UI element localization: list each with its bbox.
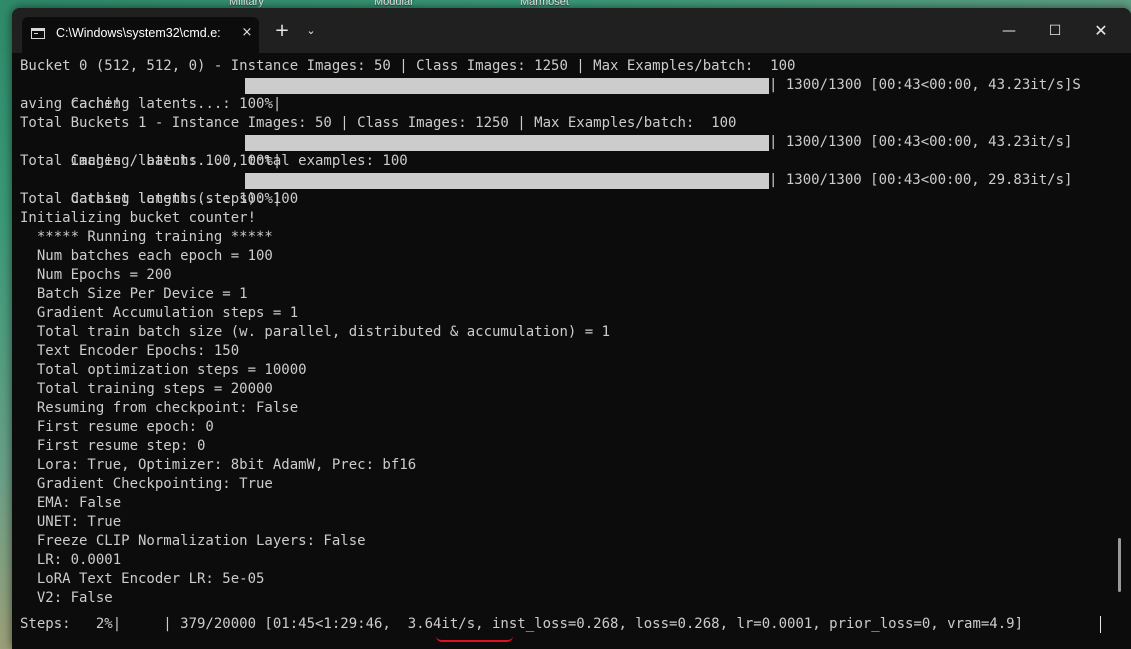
console-line: EMA: False bbox=[20, 495, 122, 511]
console-line: Initializing bucket counter! bbox=[20, 210, 257, 226]
console-line: Num Epochs = 200 bbox=[20, 267, 172, 283]
console-line: LoRA Text Encoder LR: 5e-05 bbox=[20, 571, 265, 587]
progress-suffix: | 1300/1300 [00:43<00:00, 43.23it/s]S bbox=[769, 77, 1081, 93]
title-bar[interactable]: C:\Windows\system32\cmd.e: × + ⌄ — ☐ ✕ bbox=[12, 8, 1131, 53]
close-tab-icon[interactable]: × bbox=[239, 23, 255, 43]
minimize-button[interactable]: — bbox=[986, 15, 1032, 47]
console-line: Num batches each epoch = 100 bbox=[20, 248, 273, 264]
console-line: Caching latents...: 100%| | 1300/1300 [0… bbox=[20, 133, 1115, 169]
console-line: V2: False bbox=[20, 590, 113, 606]
progress-bar-fill bbox=[245, 135, 769, 151]
console-line: Bucket 0 (512, 512, 0) - Instance Images… bbox=[20, 58, 796, 74]
annotation-underline bbox=[436, 636, 513, 642]
console-line: Total optimization steps = 10000 bbox=[20, 362, 307, 378]
console-line: UNET: True bbox=[20, 514, 122, 530]
console-line: Total training steps = 20000 bbox=[20, 381, 273, 397]
close-window-button[interactable]: ✕ bbox=[1078, 15, 1124, 47]
console-line: Resuming from checkpoint: False bbox=[20, 400, 299, 416]
console-line: First resume step: 0 bbox=[20, 438, 206, 454]
progress-bar-fill bbox=[245, 173, 769, 189]
console-line: Freeze CLIP Normalization Layers: False bbox=[20, 533, 366, 549]
console-line: Total Buckets 1 - Instance Images: 50 | … bbox=[20, 115, 737, 131]
desktop-icon-label[interactable]: Marmoset bbox=[520, 0, 569, 8]
progress-suffix: | 1300/1300 [00:43<00:00, 29.83it/s] bbox=[769, 172, 1073, 188]
desktop-icon-label[interactable]: Modular bbox=[374, 0, 414, 8]
progress-bar-fill bbox=[245, 78, 769, 94]
console-line: Total images / batch: 100, total example… bbox=[20, 153, 408, 169]
console-line: ***** Running training ***** bbox=[20, 229, 273, 245]
console-line: Caching latents...: 100%| | 1300/1300 [0… bbox=[20, 76, 1115, 112]
console-line: LR: 0.0001 bbox=[20, 552, 122, 568]
steps-progress-line: Steps: 2%| | 379/20000 [01:45<1:29:46, 3… bbox=[20, 616, 1024, 632]
console-line: Lora: True, Optimizer: 8bit AdamW, Prec:… bbox=[20, 457, 417, 473]
maximize-button[interactable]: ☐ bbox=[1032, 15, 1078, 47]
console-line: Text Encoder Epochs: 150 bbox=[20, 343, 240, 359]
new-tab-button[interactable]: + bbox=[270, 20, 294, 42]
progress-suffix: | 1300/1300 [00:43<00:00, 43.23it/s] bbox=[769, 134, 1073, 150]
console-line: Batch Size Per Device = 1 bbox=[20, 286, 248, 302]
tab-title: C:\Windows\system32\cmd.e: bbox=[56, 26, 221, 40]
console-line: aving cache! bbox=[20, 96, 122, 112]
cmd-icon bbox=[31, 28, 45, 39]
text-cursor bbox=[1100, 616, 1101, 633]
terminal-window: C:\Windows\system32\cmd.e: × + ⌄ — ☐ ✕ B… bbox=[12, 8, 1131, 649]
console-line: Gradient Checkpointing: True bbox=[20, 476, 273, 492]
console-line: First resume epoch: 0 bbox=[20, 419, 214, 435]
console-output[interactable]: Bucket 0 (512, 512, 0) - Instance Images… bbox=[20, 57, 1115, 647]
console-line: Caching latents...: 100%| | 1300/1300 [0… bbox=[20, 171, 1115, 207]
scrollbar-thumb[interactable] bbox=[1118, 538, 1121, 592]
chevron-down-icon[interactable]: ⌄ bbox=[300, 20, 322, 42]
console-line: Gradient Accumulation steps = 1 bbox=[20, 305, 299, 321]
tab-cmd[interactable]: C:\Windows\system32\cmd.e: × bbox=[22, 17, 259, 53]
desktop-icon-label[interactable]: Military bbox=[229, 0, 264, 8]
console-line: Total train batch size (w. parallel, dis… bbox=[20, 324, 611, 340]
console-line: Total dataset length (steps): 100 bbox=[20, 191, 299, 207]
